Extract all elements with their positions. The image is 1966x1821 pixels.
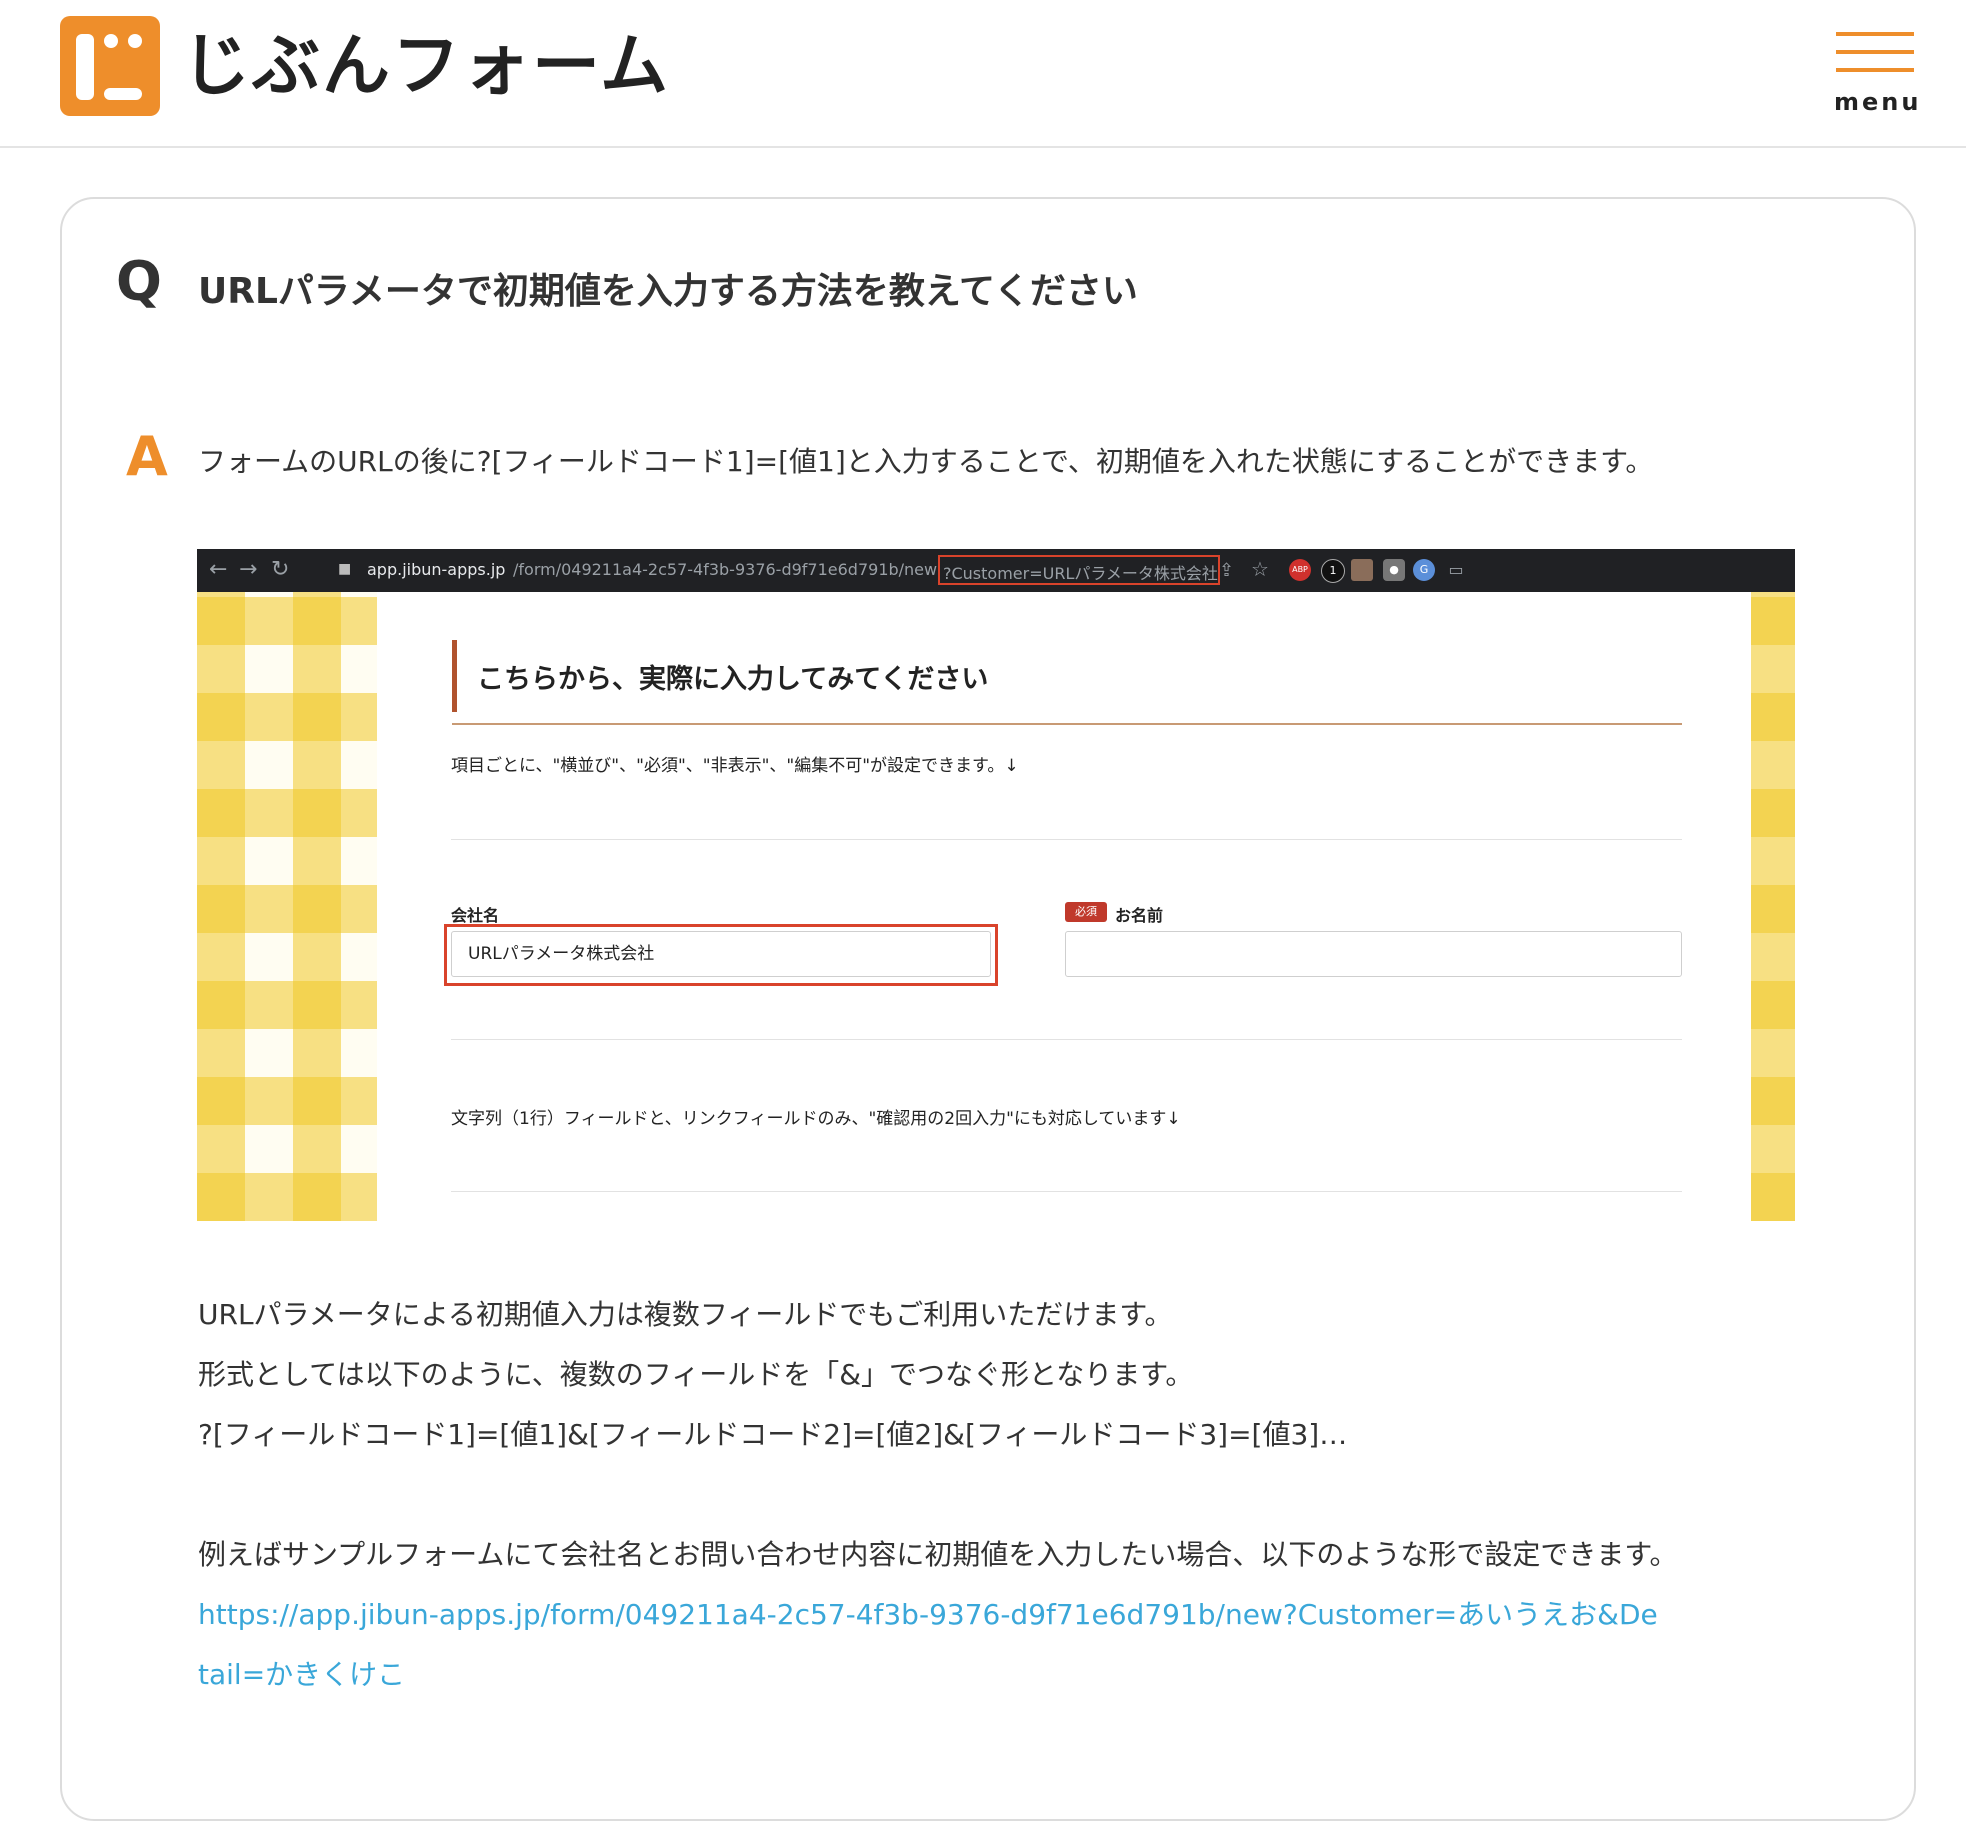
title-accent-bar — [452, 640, 457, 712]
back-icon[interactable]: ← — [209, 557, 227, 582]
browser-toolbar: ← → ↻ ■ app.jibun-apps.jp /form/049211a4… — [197, 549, 1795, 592]
onepassword-icon[interactable]: 1 — [1321, 559, 1345, 583]
gingham-left-decoration — [197, 592, 377, 1221]
explanation-line-4: 例えばサンプルフォームにて会社名とお問い合わせ内容に初期値を入力したい場合、以下… — [198, 1538, 1678, 1571]
answer-mark: A — [126, 425, 168, 488]
company-label: 会社名 — [451, 906, 500, 925]
question-title: URLパラメータで初期値を入力する方法を教えてください — [198, 271, 1138, 312]
url-query-highlight — [938, 555, 1220, 585]
lock-icon: ■ — [338, 561, 352, 577]
share-icon[interactable]: ⇪ — [1219, 560, 1234, 581]
name-input[interactable] — [1065, 931, 1682, 977]
explanation-line-2: 形式としては以下のように、複数のフィールドを「&」でつなぐ形となります。 — [198, 1358, 1194, 1391]
sample-url-link[interactable]: https://app.jibun-apps.jp/form/049211a4-… — [198, 1593, 1658, 1633]
form-title: こちらから、実際に入力してみてください — [477, 664, 989, 695]
menu-button[interactable]: menu — [1834, 30, 1922, 120]
title-underline — [452, 723, 1682, 725]
form-description-2: 文字列（1行）フィールドと、リンクフィールドのみ、"確認用の2回入力"にも対応し… — [451, 1109, 1181, 1129]
url-path[interactable]: /form/049211a4-2c57-4f3b-9376-d9f71e6d79… — [513, 560, 937, 579]
example-screenshot: ← → ↻ ■ app.jibun-apps.jp /form/049211a4… — [197, 549, 1795, 1221]
forward-icon[interactable]: → — [239, 557, 257, 582]
explanation-line-1: URLパラメータによる初期値入力は複数フィールドでもご利用いただけます。 — [198, 1298, 1173, 1331]
reload-icon[interactable]: ↻ — [271, 557, 289, 582]
required-badge: 必須 — [1065, 902, 1107, 922]
extension-icon[interactable] — [1351, 559, 1373, 581]
menu-label: menu — [1834, 88, 1922, 116]
site-header: じぶんフォーム menu — [0, 0, 1966, 148]
question-mark: Q — [116, 250, 162, 313]
explanation-line-3: ?[フィールドコード1]=[値1]&[フィールドコード2]=[値2]&[フィール… — [198, 1418, 1348, 1451]
name-label: お名前 — [1115, 906, 1164, 925]
form-description: 項目ごとに、"横並び"、"必須"、"非表示"、"編集不可"が設定できます。↓ — [451, 756, 1019, 776]
profile-icon[interactable]: G — [1413, 559, 1435, 581]
divider — [451, 1191, 1682, 1192]
sample-url-link-continued[interactable]: tail=かきくけこ — [198, 1653, 405, 1693]
camera-icon[interactable]: ● — [1383, 559, 1405, 581]
adblock-icon[interactable]: ABP — [1289, 559, 1311, 581]
divider — [451, 839, 1682, 840]
divider — [451, 1039, 1682, 1040]
cast-icon[interactable]: ▭ — [1445, 559, 1467, 581]
hamburger-icon — [1836, 32, 1914, 36]
answer-text: フォームのURLの後に?[フィールドコード1]=[値1]と入力することで、初期値… — [198, 445, 1654, 478]
logo-text[interactable]: じぶんフォーム — [182, 22, 670, 112]
logo-icon[interactable] — [60, 16, 160, 116]
url-host[interactable]: app.jibun-apps.jp — [367, 560, 505, 579]
company-input-highlight — [444, 924, 998, 986]
star-icon[interactable]: ☆ — [1251, 557, 1269, 581]
gingham-right-decoration — [1751, 592, 1795, 1221]
